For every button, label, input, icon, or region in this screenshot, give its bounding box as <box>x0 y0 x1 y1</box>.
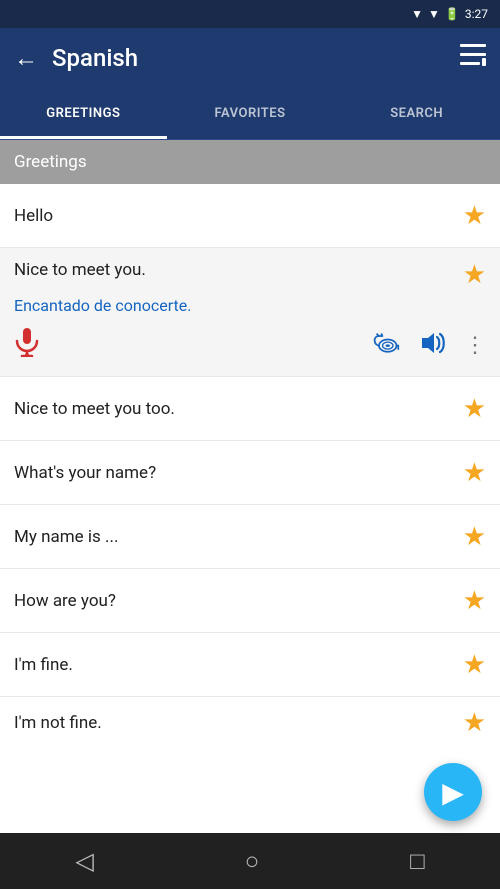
back-button[interactable]: ← <box>14 44 38 73</box>
signal-icon: ▼ <box>428 7 440 21</box>
list-item[interactable]: What's your name? ★ <box>0 441 500 505</box>
time-display: 3:27 <box>465 7 488 21</box>
more-options-icon[interactable]: ⋮ <box>464 333 486 358</box>
list-item[interactable]: Hello ★ <box>0 184 500 248</box>
phrase-text: I'm not fine. <box>14 713 463 733</box>
phrase-text: Nice to meet you too. <box>14 399 463 419</box>
expanded-actions: ⋮ <box>14 327 486 364</box>
phrase-text: How are you? <box>14 591 463 611</box>
phrase-text: I'm fine. <box>14 655 463 675</box>
status-bar: ▼ ▼ 🔋 3:27 <box>0 0 500 28</box>
toolbar-left: ← Spanish <box>14 44 138 73</box>
star-button[interactable]: ★ <box>463 201 486 231</box>
snail-icon[interactable] <box>372 329 400 363</box>
list-item-expanded[interactable]: Nice to meet you. ★ Encantado de conocer… <box>0 248 500 377</box>
menu-button[interactable] <box>460 44 486 72</box>
toolbar: ← Spanish <box>0 28 500 88</box>
status-bar-icons: ▼ ▼ 🔋 3:27 <box>411 7 488 21</box>
star-button[interactable]: ★ <box>463 708 486 738</box>
phrase-text: Nice to meet you. <box>14 260 146 280</box>
tab-search[interactable]: SEARCH <box>333 88 500 139</box>
phrase-text: What's your name? <box>14 463 463 483</box>
star-button[interactable]: ★ <box>463 458 486 488</box>
list-item[interactable]: I'm fine. ★ <box>0 633 500 697</box>
list-item[interactable]: My name is ... ★ <box>0 505 500 569</box>
section-header-text: Greetings <box>14 152 87 172</box>
speaker-icon[interactable] <box>418 330 446 362</box>
expanded-top: Nice to meet you. ★ <box>14 260 486 290</box>
nav-home-icon[interactable]: ○ <box>245 847 260 876</box>
star-button[interactable]: ★ <box>463 650 486 680</box>
list-item[interactable]: How are you? ★ <box>0 569 500 633</box>
star-button[interactable]: ★ <box>463 394 486 424</box>
list-item[interactable]: I'm not fine. ★ <box>0 697 500 749</box>
star-button[interactable]: ★ <box>463 586 486 616</box>
play-icon: ▶ <box>442 776 464 809</box>
star-button[interactable]: ★ <box>463 260 486 290</box>
page-title: Spanish <box>52 44 138 72</box>
battery-icon: 🔋 <box>445 7 460 21</box>
tabs-bar: GREETINGS FAVORITES SEARCH <box>0 88 500 140</box>
nav-back-icon[interactable]: ◁ <box>75 847 93 875</box>
translation-text: Encantado de conocerte. <box>14 296 191 315</box>
list-item[interactable]: Nice to meet you too. ★ <box>0 377 500 441</box>
nav-recent-icon[interactable]: □ <box>410 847 425 876</box>
star-button[interactable]: ★ <box>463 522 486 552</box>
fab-play-button[interactable]: ▶ <box>424 763 482 821</box>
phrase-text: Hello <box>14 206 463 226</box>
bottom-nav: ◁ ○ □ <box>0 833 500 889</box>
tab-greetings[interactable]: GREETINGS <box>0 88 167 139</box>
mic-icon[interactable] <box>14 327 40 364</box>
wifi-icon: ▼ <box>411 7 423 21</box>
section-header: Greetings <box>0 140 500 184</box>
tab-favorites[interactable]: FAVORITES <box>167 88 334 139</box>
phrase-text: My name is ... <box>14 527 463 547</box>
